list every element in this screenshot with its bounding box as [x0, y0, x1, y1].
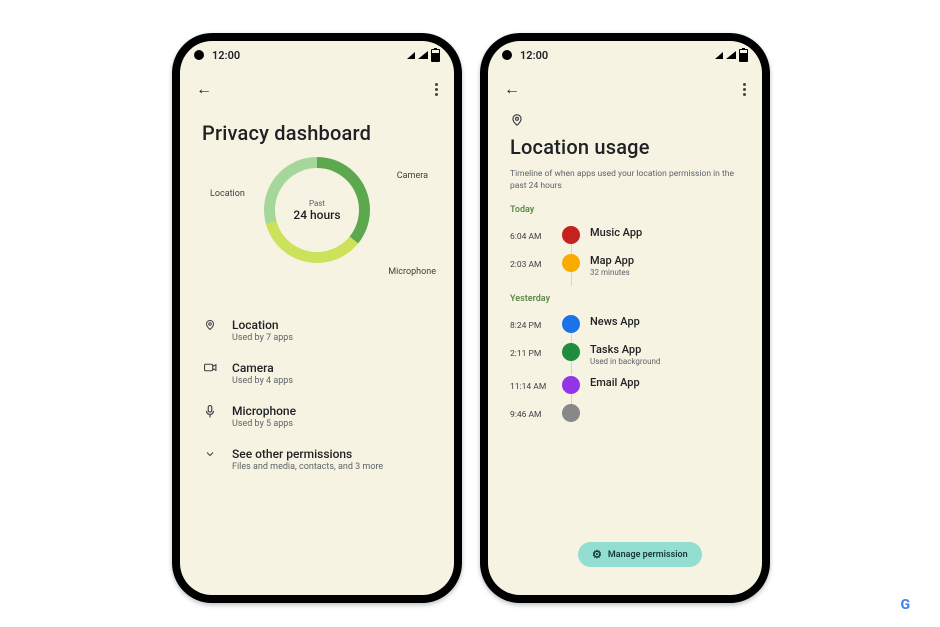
permission-subtext: Files and media, contacts, and 3 more — [232, 462, 383, 472]
timeline-time: 9:46 AM — [510, 410, 552, 420]
donut-center-big: 24 hours — [293, 208, 340, 222]
manage-permission-label: Manage permission — [608, 550, 688, 560]
timeline-row[interactable]: 6:04 AM Music App — [510, 221, 740, 249]
timeline-row[interactable]: 8:24 PM News App — [510, 310, 740, 338]
timeline-time: 2:03 AM — [510, 260, 552, 270]
permission-label: See other permissions — [232, 447, 383, 461]
permission-item[interactable]: CameraUsed by 4 apps — [202, 352, 432, 395]
status-time: 12:00 — [212, 49, 240, 62]
location-pin-icon — [510, 113, 740, 131]
permission-item[interactable]: MicrophoneUsed by 5 apps — [202, 395, 432, 438]
timeline-time: 11:14 AM — [510, 382, 552, 392]
manage-permission-button[interactable]: ⚙ Manage permission — [578, 542, 702, 567]
timeline-subtext: 32 minutes — [590, 268, 634, 277]
camera-icon — [202, 362, 218, 373]
status-bar: 12:00 — [488, 41, 762, 69]
signal-icon — [418, 51, 428, 59]
overflow-menu-button[interactable] — [435, 83, 438, 96]
phone-privacy-dashboard: 12:00 ← Privacy dashboard Location Camer… — [172, 33, 462, 603]
status-time: 12:00 — [520, 49, 548, 62]
page-title: Privacy dashboard — [202, 121, 432, 145]
timeline-app-name: Music App — [590, 226, 642, 239]
gear-icon: ⚙ — [592, 548, 602, 561]
permission-label: Location — [232, 318, 293, 332]
donut-label-location: Location — [210, 189, 245, 199]
page-subtitle: Timeline of when apps used your location… — [510, 169, 740, 193]
timeline-subtext: Used in background — [590, 357, 660, 366]
permission-label: Camera — [232, 361, 293, 375]
battery-icon — [739, 49, 748, 62]
app-icon — [562, 254, 580, 272]
timeline-time: 8:24 PM — [510, 321, 552, 331]
back-button[interactable]: ← — [196, 81, 212, 97]
page-title: Location usage — [510, 135, 740, 159]
timeline-row[interactable]: 2:03 AM Map App32 minutes — [510, 249, 740, 282]
timeline-app-name: Tasks App — [590, 343, 660, 356]
location-pin-icon — [202, 319, 218, 331]
back-button[interactable]: ← — [504, 81, 520, 97]
timeline-app-name: Email App — [590, 376, 640, 389]
section-label-yesterday: Yesterday — [510, 294, 740, 304]
permission-subtext: Used by 4 apps — [232, 376, 293, 386]
donut-center-small: Past — [309, 199, 325, 208]
permission-label: Microphone — [232, 404, 296, 418]
overflow-menu-button[interactable] — [743, 83, 746, 96]
phone-location-usage: 12:00 ← Location usage Timeline of when … — [480, 33, 770, 603]
donut-label-microphone: Microphone — [388, 267, 436, 277]
camera-hole — [194, 50, 204, 60]
app-icon — [562, 376, 580, 394]
signal-icon — [715, 52, 723, 59]
camera-hole — [502, 50, 512, 60]
timeline-time: 6:04 AM — [510, 232, 552, 242]
donut-label-camera: Camera — [397, 171, 428, 181]
app-icon — [562, 404, 580, 422]
battery-icon — [431, 49, 440, 62]
app-icon — [562, 343, 580, 361]
status-indicators — [407, 49, 440, 62]
timeline-app-name: News App — [590, 315, 640, 328]
google-logo: G — [900, 597, 910, 613]
status-indicators — [715, 49, 748, 62]
signal-icon — [407, 52, 415, 59]
timeline-row: 9:46 AM — [510, 399, 740, 427]
permission-list: LocationUsed by 7 appsCameraUsed by 4 ap… — [202, 309, 432, 481]
usage-donut-chart: Location Camera Microphone Past 24 hours — [202, 157, 432, 287]
permission-subtext: Used by 5 apps — [232, 419, 296, 429]
status-bar: 12:00 — [180, 41, 454, 69]
permission-item[interactable]: LocationUsed by 7 apps — [202, 309, 432, 352]
timeline-row[interactable]: 11:14 AM Email App — [510, 371, 740, 399]
permission-item[interactable]: See other permissionsFiles and media, co… — [202, 438, 432, 481]
app-icon — [562, 226, 580, 244]
microphone-icon — [202, 405, 218, 418]
section-label-today: Today — [510, 205, 740, 215]
timeline-time: 2:11 PM — [510, 349, 552, 359]
timeline-row[interactable]: 2:11 PM Tasks AppUsed in background — [510, 338, 740, 371]
chevron-down-icon — [202, 448, 218, 460]
permission-subtext: Used by 7 apps — [232, 333, 293, 343]
timeline-app-name: Map App — [590, 254, 634, 267]
signal-icon — [726, 51, 736, 59]
app-icon — [562, 315, 580, 333]
